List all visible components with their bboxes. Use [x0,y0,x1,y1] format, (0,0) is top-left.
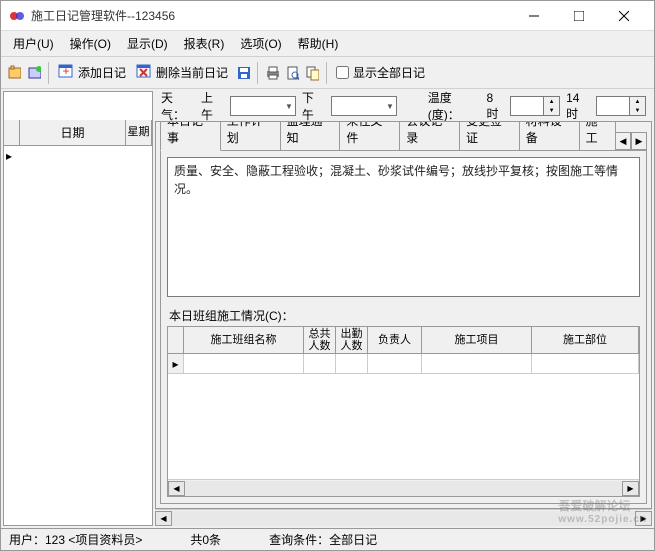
weather-label: 天气： [161,89,195,123]
delete-diary-label: 删除当前日记 [156,64,228,81]
calendar-delete-icon [136,63,152,82]
tab-nav-left[interactable]: ◀ [615,132,631,150]
add-diary-button[interactable]: + 添加日记 [54,61,130,84]
current-row-pointer-icon: ▸ [168,354,184,373]
col-part: 施工部位 [532,327,639,353]
tab-change-visa[interactable]: 变更签证 [459,121,520,150]
tab-construction[interactable]: 施工 [579,121,616,150]
status-user: 用户：123 <项目资料员> [5,531,146,548]
content-box: 本日记事 工作计划 监理通知 来往文件 会议记录 变更签证 材料设备 施工 ◀ … [155,121,652,509]
pm-weather-dropdown[interactable]: ▼ [331,96,397,116]
delete-diary-button[interactable]: 删除当前日记 [132,61,232,84]
tool-icon-2[interactable] [25,64,43,82]
col-project: 施工项目 [422,327,532,353]
tab-supervision[interactable]: 监理通知 [280,121,341,150]
tab-strip: 本日记事 工作计划 监理通知 来往文件 会议记录 变更签证 材料设备 施工 ◀ … [160,126,647,150]
col-leader: 负责人 [368,327,422,353]
print-icon[interactable] [263,64,281,82]
time1-label: 8时 [487,91,505,122]
menu-option[interactable]: 选项(O) [232,31,289,56]
chevron-down-icon: ▼ [285,102,293,111]
menu-report[interactable]: 报表(R) [176,31,233,56]
am-weather-dropdown[interactable]: ▼ [230,96,296,116]
status-count: 共0条 [186,531,225,548]
team-grid-header: 施工班组名称 总共人数 出勤人数 负责人 施工项目 施工部位 [168,327,639,354]
menu-user[interactable]: 用户(U) [5,31,62,56]
team-grid-body[interactable]: ▸ [168,354,639,479]
close-button[interactable] [601,2,646,30]
team-section-label: 本日班组施工情况(C)： [167,307,640,324]
statusbar: 用户：123 <项目资料员> 共0条 查询条件：全部日记 [1,528,654,550]
temp-label: 温度(度)： [428,89,481,123]
menubar: 用户(U) 操作(O) 显示(D) 报表(R) 选项(O) 帮助(H) [1,31,654,57]
show-all-input[interactable] [336,66,349,79]
up-icon[interactable]: ▲ [544,97,559,106]
scroll-left-icon[interactable]: ◀ [155,511,172,526]
tab-nav: ◀ ▶ [615,132,647,150]
col-attend: 出勤人数 [336,327,368,353]
preview-icon[interactable] [283,64,301,82]
down-icon[interactable]: ▼ [630,106,645,115]
down-icon[interactable]: ▼ [544,106,559,115]
calendar-add-icon: + [58,63,74,82]
col-team-name: 施工班组名称 [184,327,304,353]
minimize-button[interactable] [511,2,556,30]
scroll-left-icon[interactable]: ◀ [168,481,185,496]
col-total: 总共人数 [304,327,336,353]
diary-list-header: 日期 星期 [4,120,152,146]
team-grid: 施工班组名称 总共人数 出勤人数 负责人 施工项目 施工部位 ▸ [167,326,640,497]
temp-14-input[interactable] [596,96,630,116]
maximize-button[interactable] [556,2,601,30]
status-condition: 查询条件：全部日记 [265,531,381,548]
menu-help[interactable]: 帮助(H) [290,31,347,56]
tab-documents[interactable]: 来往文件 [339,121,400,150]
main-area: 日期 星期 ▸ 天气： 上午 ▼ 下午 ▼ 温度(度)： 8时 ▲▼ 14时 ▲… [1,89,654,528]
app-icon [9,8,25,24]
tab-work-plan[interactable]: 工作计划 [220,121,281,150]
copy-icon[interactable] [303,64,321,82]
left-pane: 日期 星期 ▸ [3,91,153,526]
tab-nav-right[interactable]: ▶ [631,132,647,150]
add-diary-label: 添加日记 [78,64,126,81]
show-all-label: 显示全部日记 [353,64,425,81]
svg-text:+: + [62,64,69,78]
ptr-col [168,327,184,353]
temp-8-spinner[interactable]: ▲▼ [510,96,560,116]
titlebar: 施工日记管理软件--123456 [1,1,654,31]
pm-label: 下午 [302,89,325,123]
row-pointer-col [4,120,20,145]
right-h-scroll[interactable]: ◀ ▶ [155,509,652,526]
temp-14-spinner[interactable]: ▲▼ [596,96,646,116]
tab-materials[interactable]: 材料设备 [519,121,580,150]
tab-pane: 质量、安全、隐蔽工程验收；混凝土、砂浆试件编号；放线抄平复核；按图施工等情况。 … [160,150,647,504]
weather-bar: 天气： 上午 ▼ 下午 ▼ 温度(度)： 8时 ▲▼ 14时 ▲▼ [155,91,652,121]
show-all-checkbox[interactable]: 显示全部日记 [332,62,429,83]
date-col-header: 日期 [20,120,126,145]
team-h-scroll[interactable]: ◀ ▶ [168,479,639,496]
time2-label: 14时 [566,91,590,122]
notes-memo[interactable]: 质量、安全、隐蔽工程验收；混凝土、砂浆试件编号；放线抄平复核；按图施工等情况。 [167,157,640,297]
tool-icon-1[interactable] [5,64,23,82]
up-icon[interactable]: ▲ [630,97,645,106]
diary-list-body[interactable]: ▸ [4,146,152,525]
current-row-pointer-icon: ▸ [6,149,12,163]
toolbar: + 添加日记 删除当前日记 显示全部日记 [1,57,654,89]
am-label: 上午 [201,89,224,123]
chevron-down-icon: ▼ [386,102,394,111]
right-pane: 天气： 上午 ▼ 下午 ▼ 温度(度)： 8时 ▲▼ 14时 ▲▼ 本日记事 工… [155,91,652,526]
scroll-right-icon[interactable]: ▶ [622,481,639,496]
menu-operate[interactable]: 操作(O) [62,31,119,56]
tab-today-notes[interactable]: 本日记事 [160,121,221,151]
window-title: 施工日记管理软件--123456 [31,7,511,24]
save-icon[interactable] [234,64,252,82]
scroll-right-icon[interactable]: ▶ [635,511,652,526]
temp-8-input[interactable] [510,96,544,116]
menu-display[interactable]: 显示(D) [119,31,176,56]
tab-meeting[interactable]: 会议记录 [399,121,460,150]
week-col-header: 星期 [126,120,152,145]
